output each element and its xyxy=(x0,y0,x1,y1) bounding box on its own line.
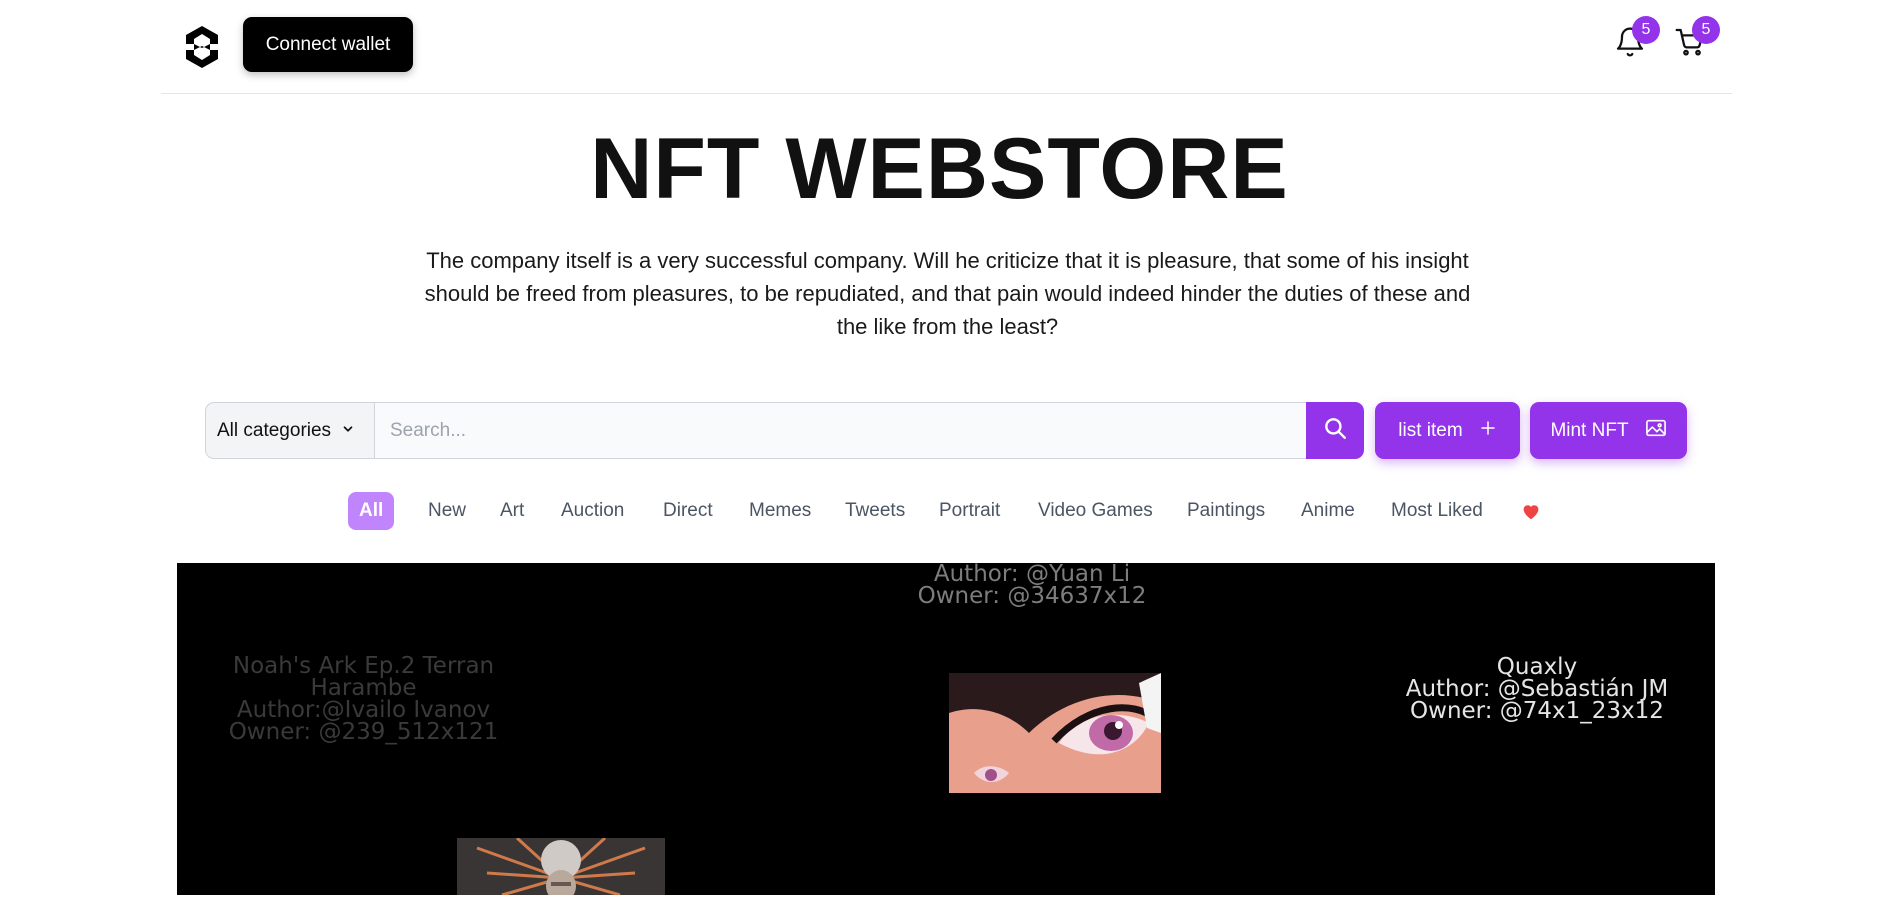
nft-title: Quaxly xyxy=(1496,654,1578,680)
search-button[interactable] xyxy=(1306,402,1364,459)
nft-card-caption[interactable]: Author: @Yuan Li Owner: @34637x12 xyxy=(907,563,1157,609)
filter-tweets[interactable]: Tweets xyxy=(845,492,905,530)
notifications-button[interactable]: 5 xyxy=(1612,16,1660,62)
heart-icon[interactable] xyxy=(1521,492,1541,530)
filter-all[interactable]: All xyxy=(348,492,395,530)
category-filters: All New Art Auction Direct Memes Tweets … xyxy=(0,492,1879,530)
nft-owner: Owner: @239_512x121 xyxy=(228,719,499,745)
top-navbar: Connect wallet 5 5 xyxy=(161,0,1732,94)
filter-portrait[interactable]: Portrait xyxy=(939,492,1000,530)
search-input[interactable] xyxy=(375,402,1307,459)
page-title: NFT WEBSTORE xyxy=(590,121,1289,217)
chevron-down-icon xyxy=(341,420,355,442)
nft-showcase: Noah's Ark Ep.2 Terran Harambe Author:@I… xyxy=(177,563,1715,895)
filter-paintings[interactable]: Paintings xyxy=(1187,492,1265,530)
notifications-badge: 5 xyxy=(1632,16,1660,44)
nft-owner: Owner: @34637x12 xyxy=(917,583,1147,609)
nft-author: Author:@Ivailo Ivanov xyxy=(236,697,491,723)
filter-video-games[interactable]: Video Games xyxy=(1038,492,1153,530)
nft-card-caption[interactable]: Noah's Ark Ep.2 Terran Harambe Author:@I… xyxy=(192,653,535,745)
search-icon xyxy=(1322,415,1348,446)
nft-author: Author: @Sebastián JM xyxy=(1405,676,1669,702)
nft-author: Author: @Yuan Li xyxy=(933,563,1131,587)
nft-card-caption[interactable]: Quaxly Author: @Sebastián JM Owner: @74x… xyxy=(1392,654,1682,724)
filter-art[interactable]: Art xyxy=(500,492,524,530)
mint-nft-label: Mint NFT xyxy=(1550,419,1629,441)
cart-button[interactable]: 5 xyxy=(1672,16,1720,62)
mint-nft-button[interactable]: Mint NFT xyxy=(1530,402,1687,459)
nft-owner: Owner: @74x1_23x12 xyxy=(1410,698,1664,724)
image-icon xyxy=(1645,418,1667,444)
filter-direct[interactable]: Direct xyxy=(663,492,713,530)
list-item-button[interactable]: list item xyxy=(1375,402,1520,459)
filter-new[interactable]: New xyxy=(428,492,466,530)
plus-icon xyxy=(1479,419,1497,443)
connect-wallet-button[interactable]: Connect wallet xyxy=(243,17,413,72)
nft-title: Noah's Ark Ep.2 Terran Harambe xyxy=(232,653,495,701)
nft-image-portrait[interactable] xyxy=(457,838,665,895)
nft-image-anime[interactable] xyxy=(949,673,1161,793)
filter-memes[interactable]: Memes xyxy=(749,492,811,530)
category-label: All categories xyxy=(217,419,332,441)
filter-auction[interactable]: Auction xyxy=(561,492,624,530)
filter-most-liked[interactable]: Most Liked xyxy=(1391,492,1483,530)
logo-icon[interactable] xyxy=(181,24,223,70)
page-description: The company itself is a very successful … xyxy=(424,248,1471,339)
filter-anime[interactable]: Anime xyxy=(1301,492,1355,530)
category-dropdown[interactable]: All categories xyxy=(205,402,375,459)
list-item-label: list item xyxy=(1398,419,1463,441)
cart-badge: 5 xyxy=(1692,16,1720,44)
